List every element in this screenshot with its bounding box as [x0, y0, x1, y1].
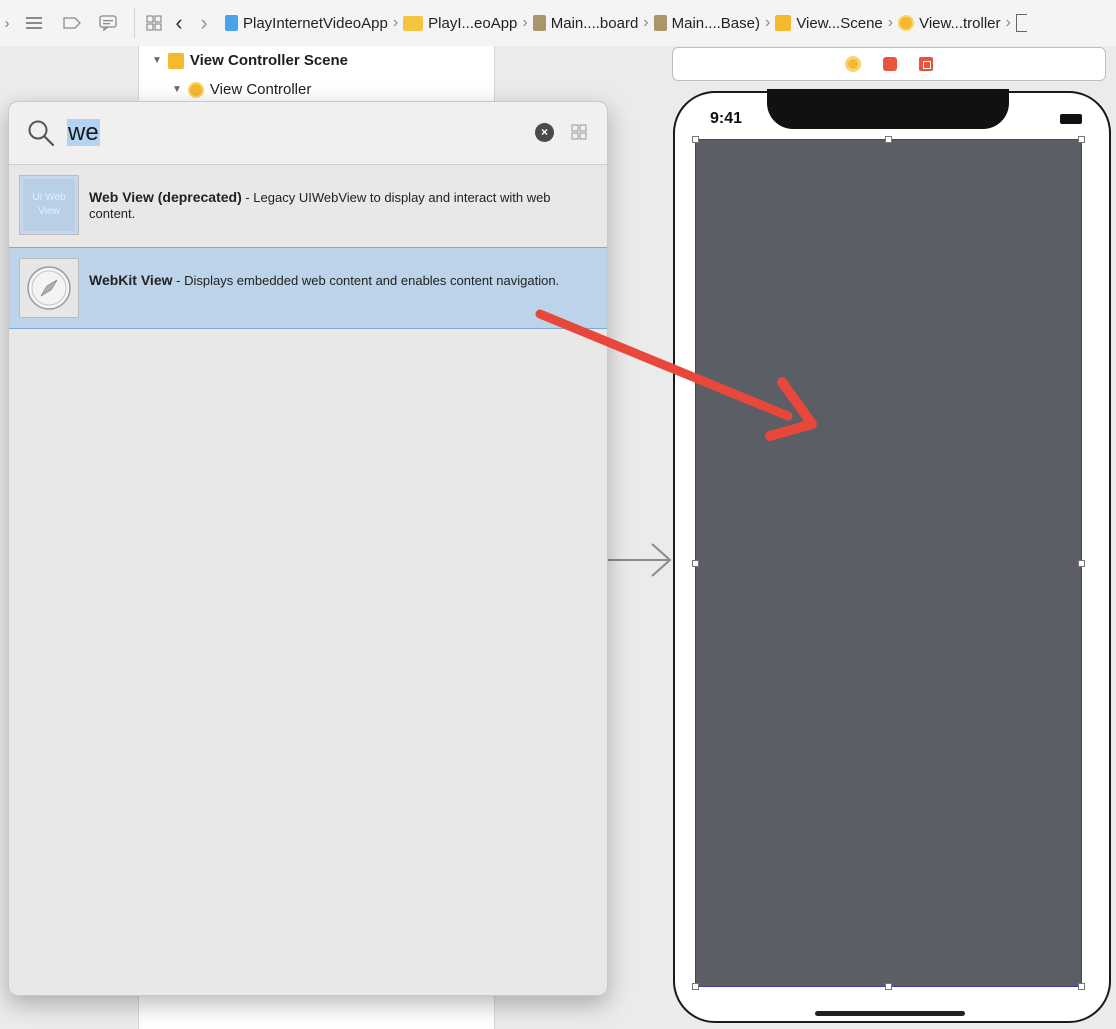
- folder-icon: [403, 15, 424, 31]
- annotation-arrow-icon: [535, 309, 817, 441]
- jump-bar: › ‹ › PlayInternetVideoApp › PlayI...eoA…: [0, 0, 1116, 47]
- tag-icon[interactable]: [54, 17, 90, 29]
- status-bar-time: 9:41: [710, 110, 743, 127]
- breadcrumb-label: View...troller: [919, 14, 1001, 32]
- home-indicator: [815, 1011, 965, 1016]
- root-view[interactable]: [695, 139, 1082, 987]
- storyboard-file-icon: [653, 15, 667, 31]
- breadcrumb-label: PlayI...eoApp: [428, 14, 518, 32]
- disclosure-triangle-icon[interactable]: ▼: [172, 84, 182, 95]
- chevron-right-icon: ›: [764, 14, 771, 31]
- breadcrumb-scene[interactable]: View...Scene: [775, 14, 883, 32]
- initial-view-controller-arrow-icon[interactable]: [604, 540, 674, 580]
- outline-controller-label: View Controller: [209, 81, 312, 98]
- object-library-popover: we × UI Web View Web View (deprecated) -…: [8, 101, 608, 996]
- breadcrumb-label: View...Scene: [796, 14, 883, 32]
- chevron-right-icon: ›: [887, 14, 894, 31]
- comment-icon[interactable]: [90, 15, 126, 31]
- library-item-web-view[interactable]: UI Web View Web View (deprecated) - Lega…: [9, 165, 607, 247]
- library-search-input[interactable]: we: [67, 119, 100, 147]
- breadcrumb-overflow-icon[interactable]: [1015, 14, 1027, 32]
- search-icon: [28, 120, 55, 147]
- toolbar-divider: [134, 8, 135, 38]
- battery-icon: [1060, 114, 1082, 124]
- breadcrumb-label: Main....board: [550, 14, 639, 32]
- chevron-left-icon[interactable]: ›: [0, 15, 14, 32]
- library-item-webkit-view[interactable]: WebKit View - Displays embedded web cont…: [9, 247, 607, 329]
- forward-chevron-icon[interactable]: ›: [193, 10, 215, 36]
- resize-handle[interactable]: [692, 136, 699, 143]
- resize-handle[interactable]: [1078, 136, 1085, 143]
- outline-scene-label: View Controller Scene: [189, 52, 349, 69]
- device-notch: [767, 89, 1009, 129]
- breadcrumb-label: Main....Base): [671, 14, 760, 32]
- project-file-icon: [225, 15, 238, 31]
- library-item-description: WebKit View - Displays embedded web cont…: [89, 272, 589, 289]
- related-items-grid-icon[interactable]: [143, 15, 165, 31]
- list-icon[interactable]: [14, 17, 54, 29]
- safari-compass-icon: [19, 258, 79, 318]
- breadcrumb-label: PlayInternetVideoApp: [243, 14, 388, 32]
- resize-handle[interactable]: [885, 136, 892, 143]
- chevron-right-icon: ›: [1005, 14, 1011, 31]
- breadcrumb-storyboard-base[interactable]: Main....Base): [653, 14, 760, 32]
- scene-icon: [775, 15, 792, 31]
- web-view-thumbnail-icon: UI Web View: [19, 175, 79, 235]
- resize-handle[interactable]: [692, 560, 699, 567]
- breadcrumb-storyboard[interactable]: Main....board: [532, 14, 639, 32]
- outline-row-view-controller[interactable]: ▼ View Controller: [172, 81, 311, 98]
- library-item-title: Web View (deprecated): [89, 189, 242, 205]
- disclosure-triangle-icon[interactable]: ▼: [152, 55, 162, 66]
- resize-handle[interactable]: [885, 983, 892, 990]
- chevron-right-icon: ›: [392, 14, 399, 31]
- scene-icon: [167, 52, 184, 69]
- library-item-description: Web View (deprecated) - Legacy UIWebView…: [89, 189, 589, 222]
- chevron-right-icon: ›: [643, 14, 649, 31]
- storyboard-file-icon: [532, 15, 546, 31]
- search-query: we: [67, 119, 100, 146]
- scene-dock: [672, 47, 1106, 81]
- library-search-bar: we ×: [9, 102, 607, 165]
- view-controller-icon: [898, 15, 915, 31]
- back-chevron-icon[interactable]: ‹: [165, 10, 193, 36]
- library-item-summary: - Displays embedded web content and enab…: [172, 273, 560, 288]
- resize-handle[interactable]: [1078, 983, 1085, 990]
- clear-search-icon[interactable]: ×: [535, 123, 554, 142]
- chevron-right-icon: ›: [522, 14, 528, 31]
- first-responder-icon[interactable]: [883, 57, 897, 71]
- grid-view-toggle-icon[interactable]: [571, 124, 587, 140]
- thumbnail-text: UI Web View: [23, 179, 75, 231]
- breadcrumb-project[interactable]: PlayInternetVideoApp: [225, 15, 388, 32]
- view-controller-icon: [187, 81, 204, 98]
- resize-handle[interactable]: [692, 983, 699, 990]
- outline-row-scene[interactable]: ▼ View Controller Scene: [152, 52, 348, 69]
- resize-handle[interactable]: [1078, 560, 1085, 567]
- breadcrumb-view-controller[interactable]: View...troller: [898, 14, 1001, 32]
- breadcrumb-folder[interactable]: PlayI...eoApp: [403, 15, 517, 32]
- library-item-title: WebKit View: [89, 272, 173, 288]
- view-controller-icon[interactable]: [845, 56, 861, 72]
- exit-icon[interactable]: [919, 57, 933, 71]
